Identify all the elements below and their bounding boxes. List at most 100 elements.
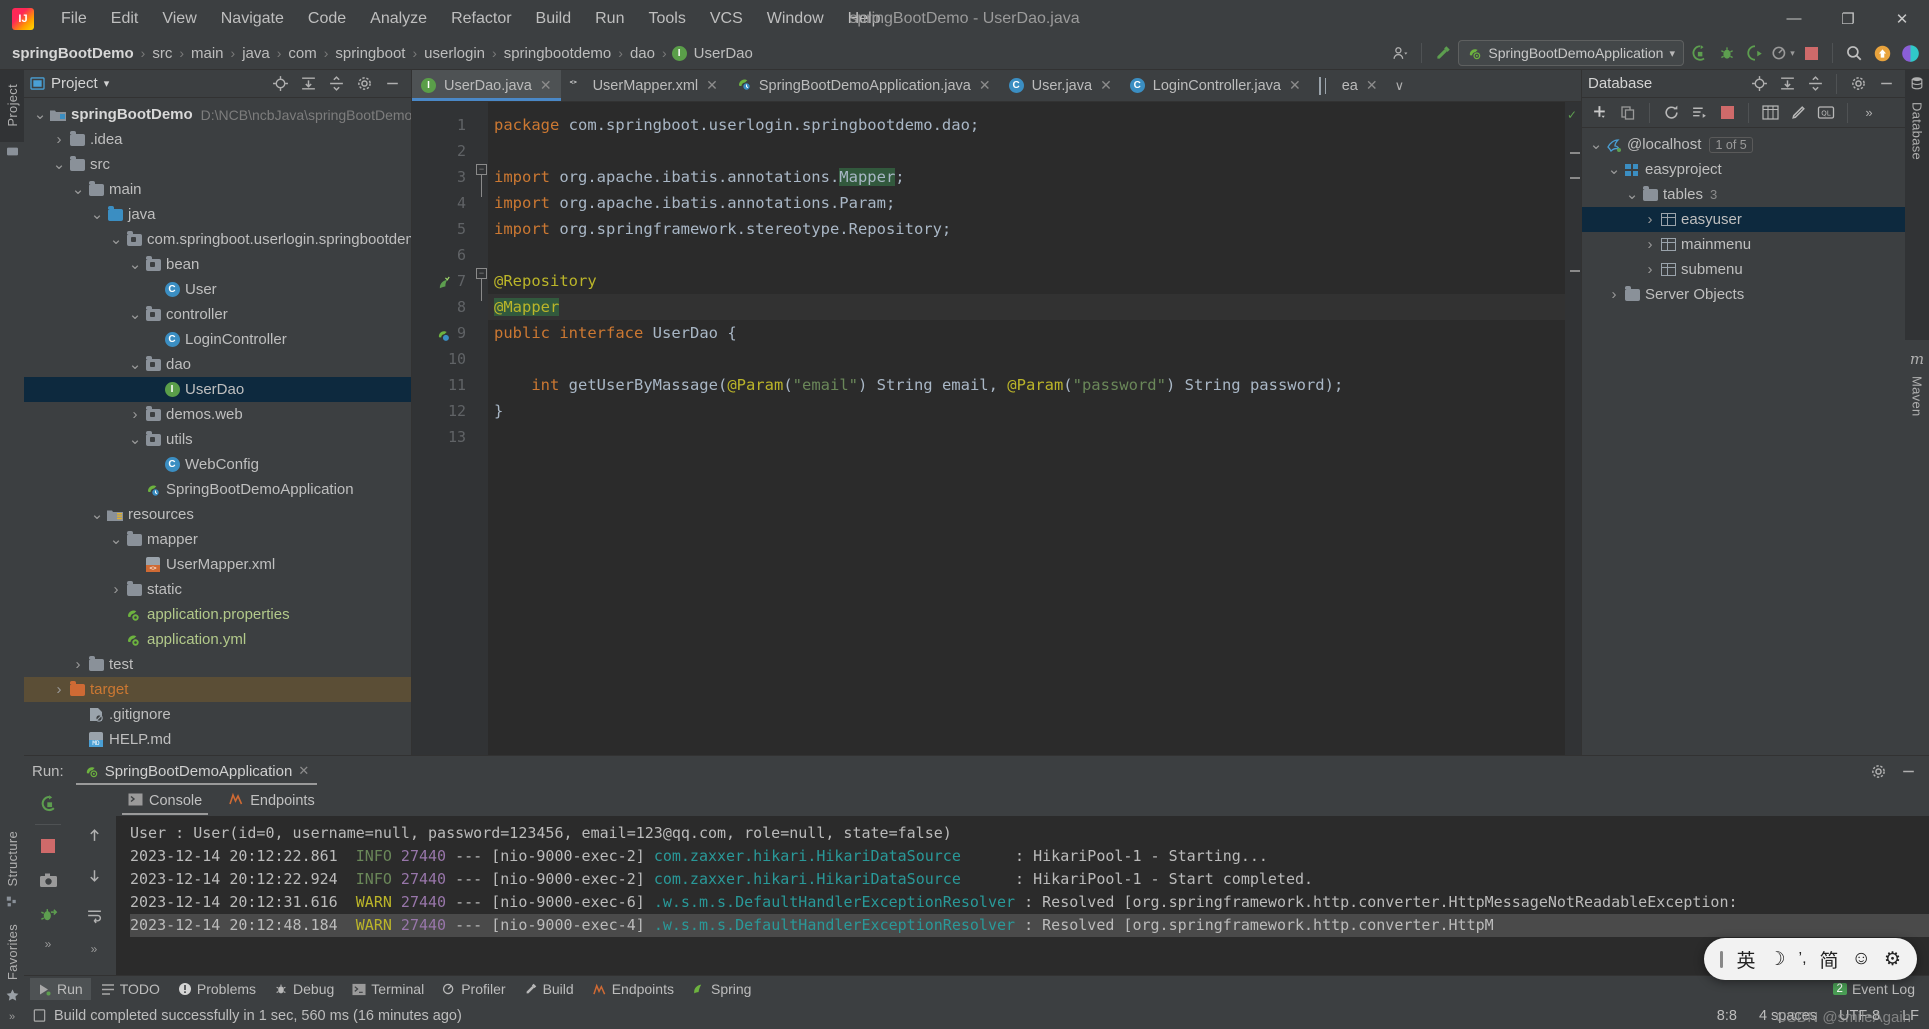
menu-run[interactable]: Run: [584, 7, 635, 31]
chevron-right-icon[interactable]: ›: [51, 681, 67, 698]
profile-button[interactable]: ▾: [1770, 40, 1796, 66]
code-line[interactable]: package com.springboot.userlogin.springb…: [488, 112, 1565, 138]
code-editor[interactable]: 1 2 3 4 5 6 7 8 9 10 11 12 13 − − package com.spring…: [412, 102, 1581, 755]
toolwindow-button-terminal[interactable]: Terminal: [344, 978, 432, 1000]
hide-panel-icon[interactable]: [1873, 71, 1899, 97]
breadcrumb-item-src[interactable]: src: [150, 45, 174, 62]
db-node-easyuser[interactable]: › easyuser: [1582, 207, 1905, 232]
chevron-right-icon[interactable]: ›: [108, 581, 124, 598]
db-node-easyproject[interactable]: ⌄ easyproject: [1582, 157, 1905, 182]
toolwindow-button-profiler[interactable]: Profiler: [434, 978, 513, 1000]
code-line[interactable]: @Mapper: [488, 294, 1565, 320]
close-icon[interactable]: ✕: [1366, 77, 1378, 94]
chevron-right-icon[interactable]: ›: [1642, 211, 1658, 228]
chevron-right-icon[interactable]: ›: [1606, 286, 1622, 303]
breadcrumb-item-java[interactable]: java: [240, 45, 272, 62]
strip-label-database[interactable]: Database: [1910, 94, 1925, 168]
chevron-right-icon[interactable]: ›: [70, 656, 86, 673]
toolwindow-button-run[interactable]: Run: [30, 978, 91, 1000]
tree-node-dao[interactable]: ⌄ dao: [24, 352, 411, 377]
collapse-all-icon[interactable]: [323, 71, 349, 97]
run-configuration-selector[interactable]: SpringBootDemoApplication ▾: [1458, 40, 1684, 66]
toolwindow-button-debug[interactable]: Debug: [266, 978, 342, 1000]
tree-node-com-springboot-userlogin-springbootdemo[interactable]: ⌄ com.springboot.userlogin.springbootdemo: [24, 227, 411, 252]
toolwindow-button-build[interactable]: Build: [516, 978, 582, 1000]
ime-floating-toolbar[interactable]: 英 ☽ ’, 简 ☺ ⚙: [1704, 938, 1917, 980]
tree-node-application-yml[interactable]: application.yml: [24, 627, 411, 652]
menu-window[interactable]: Window: [756, 7, 835, 31]
query-console-icon[interactable]: QL: [1813, 100, 1839, 126]
run-actions-overflow-icon[interactable]: »: [45, 937, 52, 951]
modify-table-icon[interactable]: [1785, 100, 1811, 126]
settings-gear-icon[interactable]: [351, 71, 377, 97]
db-node-tables[interactable]: ⌄ tables 3: [1582, 182, 1905, 207]
minimize-button[interactable]: —: [1767, 0, 1821, 37]
close-icon[interactable]: ✕: [298, 763, 309, 779]
dump-threads-button[interactable]: [35, 901, 61, 927]
chevron-down-icon[interactable]: ⌄: [89, 207, 105, 222]
chevron-right-icon[interactable]: ›: [1642, 236, 1658, 253]
menu-refactor[interactable]: Refactor: [440, 7, 522, 31]
chevron-down-icon[interactable]: ⌄: [127, 257, 143, 272]
code-line[interactable]: int getUserByMassage(@Param("email") Str…: [488, 372, 1565, 398]
db-node--localhost[interactable]: ⌄ @localhost 1 of 5: [1582, 132, 1905, 157]
search-everywhere-icon[interactable]: [1841, 40, 1867, 66]
menu-vcs[interactable]: VCS: [699, 7, 754, 31]
tree-node-demos-web[interactable]: › demos.web: [24, 402, 411, 427]
chevron-down-icon[interactable]: ⌄: [1588, 137, 1604, 152]
code-line[interactable]: import org.springframework.stereotype.Re…: [488, 216, 1565, 242]
add-datasource-icon[interactable]: [1587, 100, 1613, 126]
menu-code[interactable]: Code: [297, 7, 357, 31]
duplicate-icon[interactable]: [1615, 100, 1641, 126]
chevron-down-icon[interactable]: ⌄: [108, 532, 124, 547]
ime-handle[interactable]: [1720, 950, 1724, 968]
user-account-icon[interactable]: [1387, 40, 1413, 66]
editor-tab-logincontroller-java[interactable]: C LoginController.java ✕: [1121, 70, 1310, 101]
hide-panel-icon[interactable]: [379, 71, 405, 97]
chevron-down-icon[interactable]: ⌄: [32, 107, 48, 122]
stop-query-icon[interactable]: [1714, 100, 1740, 126]
menu-tools[interactable]: Tools: [637, 7, 696, 31]
code-line[interactable]: public interface UserDao {: [488, 320, 1565, 346]
close-icon[interactable]: ✕: [540, 77, 552, 94]
menu-navigate[interactable]: Navigate: [210, 7, 295, 31]
console-tab-console[interactable]: Console: [122, 787, 209, 815]
refresh-icon[interactable]: [1658, 100, 1684, 126]
code-line[interactable]: [488, 346, 1565, 372]
rerun-button[interactable]: [35, 790, 61, 816]
caret-position[interactable]: 8:8: [1717, 1008, 1737, 1024]
tree-node--gitignore[interactable]: .gitignore: [24, 702, 411, 727]
chevron-right-icon[interactable]: ›: [127, 406, 143, 423]
console-output[interactable]: User : User(id=0, username=null, passwor…: [116, 816, 1929, 975]
locate-file-icon[interactable]: [267, 71, 293, 97]
strip-label-structure[interactable]: Structure: [5, 825, 20, 894]
tree-node-user[interactable]: C User: [24, 277, 411, 302]
code-line[interactable]: import org.apache.ibatis.annotations.Map…: [488, 164, 1565, 190]
tree-node-controller[interactable]: ⌄ controller: [24, 302, 411, 327]
tree-node-springbootdemoapplication[interactable]: SpringBootDemoApplication: [24, 477, 411, 502]
chevron-down-icon[interactable]: ⌄: [70, 182, 86, 197]
strip-label-project[interactable]: Project: [5, 76, 20, 135]
scroll-down-button[interactable]: [81, 862, 107, 888]
tree-node-logincontroller[interactable]: C LoginController: [24, 327, 411, 352]
menu-build[interactable]: Build: [525, 7, 583, 31]
strip-label-maven[interactable]: Maven: [1910, 368, 1925, 425]
chevron-down-icon[interactable]: ⌄: [127, 307, 143, 322]
strip-label-favorites[interactable]: Favorites: [5, 918, 20, 988]
tree-node-springbootdemo[interactable]: ⌄ springBootDemo D:\NCB\ncbJava\springBoot…: [24, 102, 411, 127]
tree-node--idea[interactable]: › .idea: [24, 127, 411, 152]
chevron-down-icon[interactable]: ⌄: [127, 432, 143, 447]
toolwindow-button-problems[interactable]: Problems: [170, 978, 264, 1000]
tree-node-userdao[interactable]: I UserDao: [24, 377, 411, 402]
screenshot-button[interactable]: [35, 867, 61, 893]
editor-tab-usermapper-xml[interactable]: UserMapper.xml ✕: [561, 70, 727, 101]
settings-gear-icon[interactable]: [1845, 71, 1871, 97]
tree-node-java[interactable]: ⌄ java: [24, 202, 411, 227]
code-line[interactable]: [488, 138, 1565, 164]
settings-gear-icon[interactable]: [1865, 758, 1891, 784]
tree-node-utils[interactable]: ⌄ utils: [24, 427, 411, 452]
tree-node-application-properties[interactable]: application.properties: [24, 602, 411, 627]
close-icon[interactable]: ✕: [979, 77, 991, 94]
menu-file[interactable]: File: [50, 7, 98, 31]
console-tab-endpoints[interactable]: Endpoints: [222, 787, 321, 815]
